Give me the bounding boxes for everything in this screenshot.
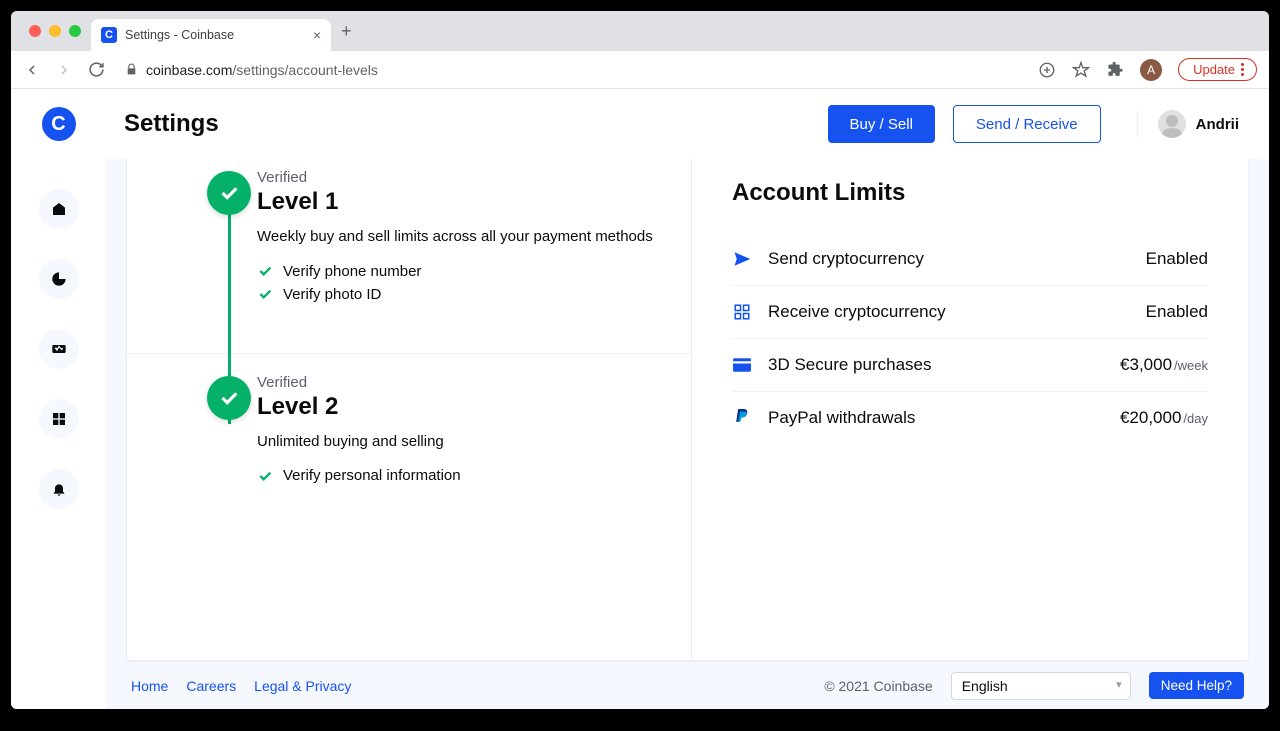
check-icon: [257, 468, 273, 484]
back-button[interactable]: [23, 61, 41, 79]
task-label: Verify phone number: [283, 263, 421, 280]
side-navigation: [11, 159, 106, 709]
coinbase-logo-icon[interactable]: C: [42, 107, 76, 141]
extensions-icon[interactable]: [1106, 61, 1124, 79]
task-item: Verify personal information: [257, 467, 661, 484]
limit-row: Send cryptocurrency Enabled: [732, 233, 1208, 286]
footer-careers-link[interactable]: Careers: [186, 678, 236, 694]
level-title: Level 2: [257, 393, 661, 421]
profile-avatar[interactable]: A: [1140, 59, 1162, 81]
bookmark-icon[interactable]: [1072, 61, 1090, 79]
level-status: Verified: [257, 374, 661, 391]
limit-unit: /day: [1183, 411, 1208, 426]
nav-notifications-icon[interactable]: [39, 469, 79, 509]
limit-row: 3D Secure purchases €3,000/week: [732, 339, 1208, 392]
send-receive-button[interactable]: Send / Receive: [953, 105, 1101, 143]
install-app-icon[interactable]: [1038, 61, 1056, 79]
minimize-window-icon[interactable]: [49, 25, 61, 37]
language-value: English: [962, 678, 1008, 694]
browser-tab[interactable]: C Settings - Coinbase ×: [91, 19, 331, 51]
footer-home-link[interactable]: Home: [131, 678, 168, 694]
check-circle-icon: [207, 171, 251, 215]
task-label: Verify photo ID: [283, 286, 381, 303]
limit-value: Enabled: [1146, 302, 1208, 321]
buy-sell-button[interactable]: Buy / Sell: [828, 105, 935, 143]
task-item: Verify photo ID: [257, 286, 661, 303]
url-domain: coinbase.com: [146, 62, 232, 78]
language-selector[interactable]: English: [951, 672, 1131, 700]
limit-unit: /week: [1174, 358, 1208, 373]
limit-label: Send cryptocurrency: [768, 249, 1130, 269]
close-tab-icon[interactable]: ×: [313, 27, 321, 43]
update-button[interactable]: Update: [1178, 58, 1257, 81]
level-title: Level 1: [257, 188, 661, 216]
need-help-button[interactable]: Need Help?: [1149, 672, 1244, 699]
tab-title: Settings - Coinbase: [125, 28, 305, 42]
check-circle-icon: [207, 376, 251, 420]
limit-label: Receive cryptocurrency: [768, 302, 1130, 322]
check-icon: [257, 263, 273, 279]
reload-button[interactable]: [87, 61, 105, 79]
level-description: Weekly buy and sell limits across all yo…: [257, 226, 661, 249]
limits-title: Account Limits: [732, 179, 1208, 207]
level-1-card: Verified Level 1 Weekly buy and sell lim…: [197, 169, 661, 303]
nav-portfolio-icon[interactable]: [39, 259, 79, 299]
forward-button[interactable]: [55, 61, 73, 79]
window-controls: [19, 25, 91, 37]
account-limits-panel: Account Limits Send cryptocurrency Enabl…: [692, 159, 1248, 660]
card-icon: [732, 355, 752, 375]
task-label: Verify personal information: [283, 467, 461, 484]
page-title: Settings: [124, 110, 810, 138]
receive-icon: [732, 302, 752, 322]
limit-label: PayPal withdrawals: [768, 408, 1104, 428]
kebab-icon: [1241, 63, 1244, 76]
user-avatar-icon: [1158, 110, 1186, 138]
content-panel: Verified Level 1 Weekly buy and sell lim…: [126, 159, 1249, 661]
divider: [127, 353, 691, 354]
send-icon: [732, 249, 752, 269]
footer-copyright: © 2021 Coinbase: [824, 678, 932, 694]
favicon-icon: C: [101, 27, 117, 43]
check-icon: [257, 286, 273, 302]
limit-value: €3,000: [1120, 355, 1172, 374]
limit-value: €20,000: [1120, 408, 1181, 427]
level-status: Verified: [257, 169, 661, 186]
task-item: Verify phone number: [257, 263, 661, 280]
url-path: /settings/account-levels: [232, 62, 378, 78]
browser-toolbar: coinbase.com/settings/account-levels A U…: [11, 51, 1269, 89]
nav-trade-icon[interactable]: [39, 329, 79, 369]
user-name: Andrii: [1196, 116, 1239, 133]
maximize-window-icon[interactable]: [69, 25, 81, 37]
app-header: C Settings Buy / Sell Send / Receive And…: [11, 89, 1269, 159]
close-window-icon[interactable]: [29, 25, 41, 37]
nav-home-icon[interactable]: [39, 189, 79, 229]
paypal-icon: [732, 408, 752, 428]
update-label: Update: [1193, 62, 1235, 77]
limit-value: Enabled: [1146, 249, 1208, 268]
level-description: Unlimited buying and selling: [257, 431, 661, 454]
address-bar[interactable]: coinbase.com/settings/account-levels: [119, 62, 1024, 78]
browser-tabstrip: C Settings - Coinbase × +: [11, 11, 1269, 51]
limit-row: Receive cryptocurrency Enabled: [732, 286, 1208, 339]
user-menu[interactable]: Andrii: [1137, 110, 1239, 138]
nav-for-you-icon[interactable]: [39, 399, 79, 439]
lock-icon: [125, 63, 138, 76]
limit-row: PayPal withdrawals €20,000/day: [732, 392, 1208, 444]
level-2-card: Verified Level 2 Unlimited buying and se…: [197, 374, 661, 485]
limit-label: 3D Secure purchases: [768, 355, 1104, 375]
footer-legal-link[interactable]: Legal & Privacy: [254, 678, 351, 694]
footer: Home Careers Legal & Privacy © 2021 Coin…: [126, 661, 1249, 709]
new-tab-button[interactable]: +: [331, 21, 362, 42]
verification-levels: Verified Level 1 Weekly buy and sell lim…: [127, 159, 692, 660]
